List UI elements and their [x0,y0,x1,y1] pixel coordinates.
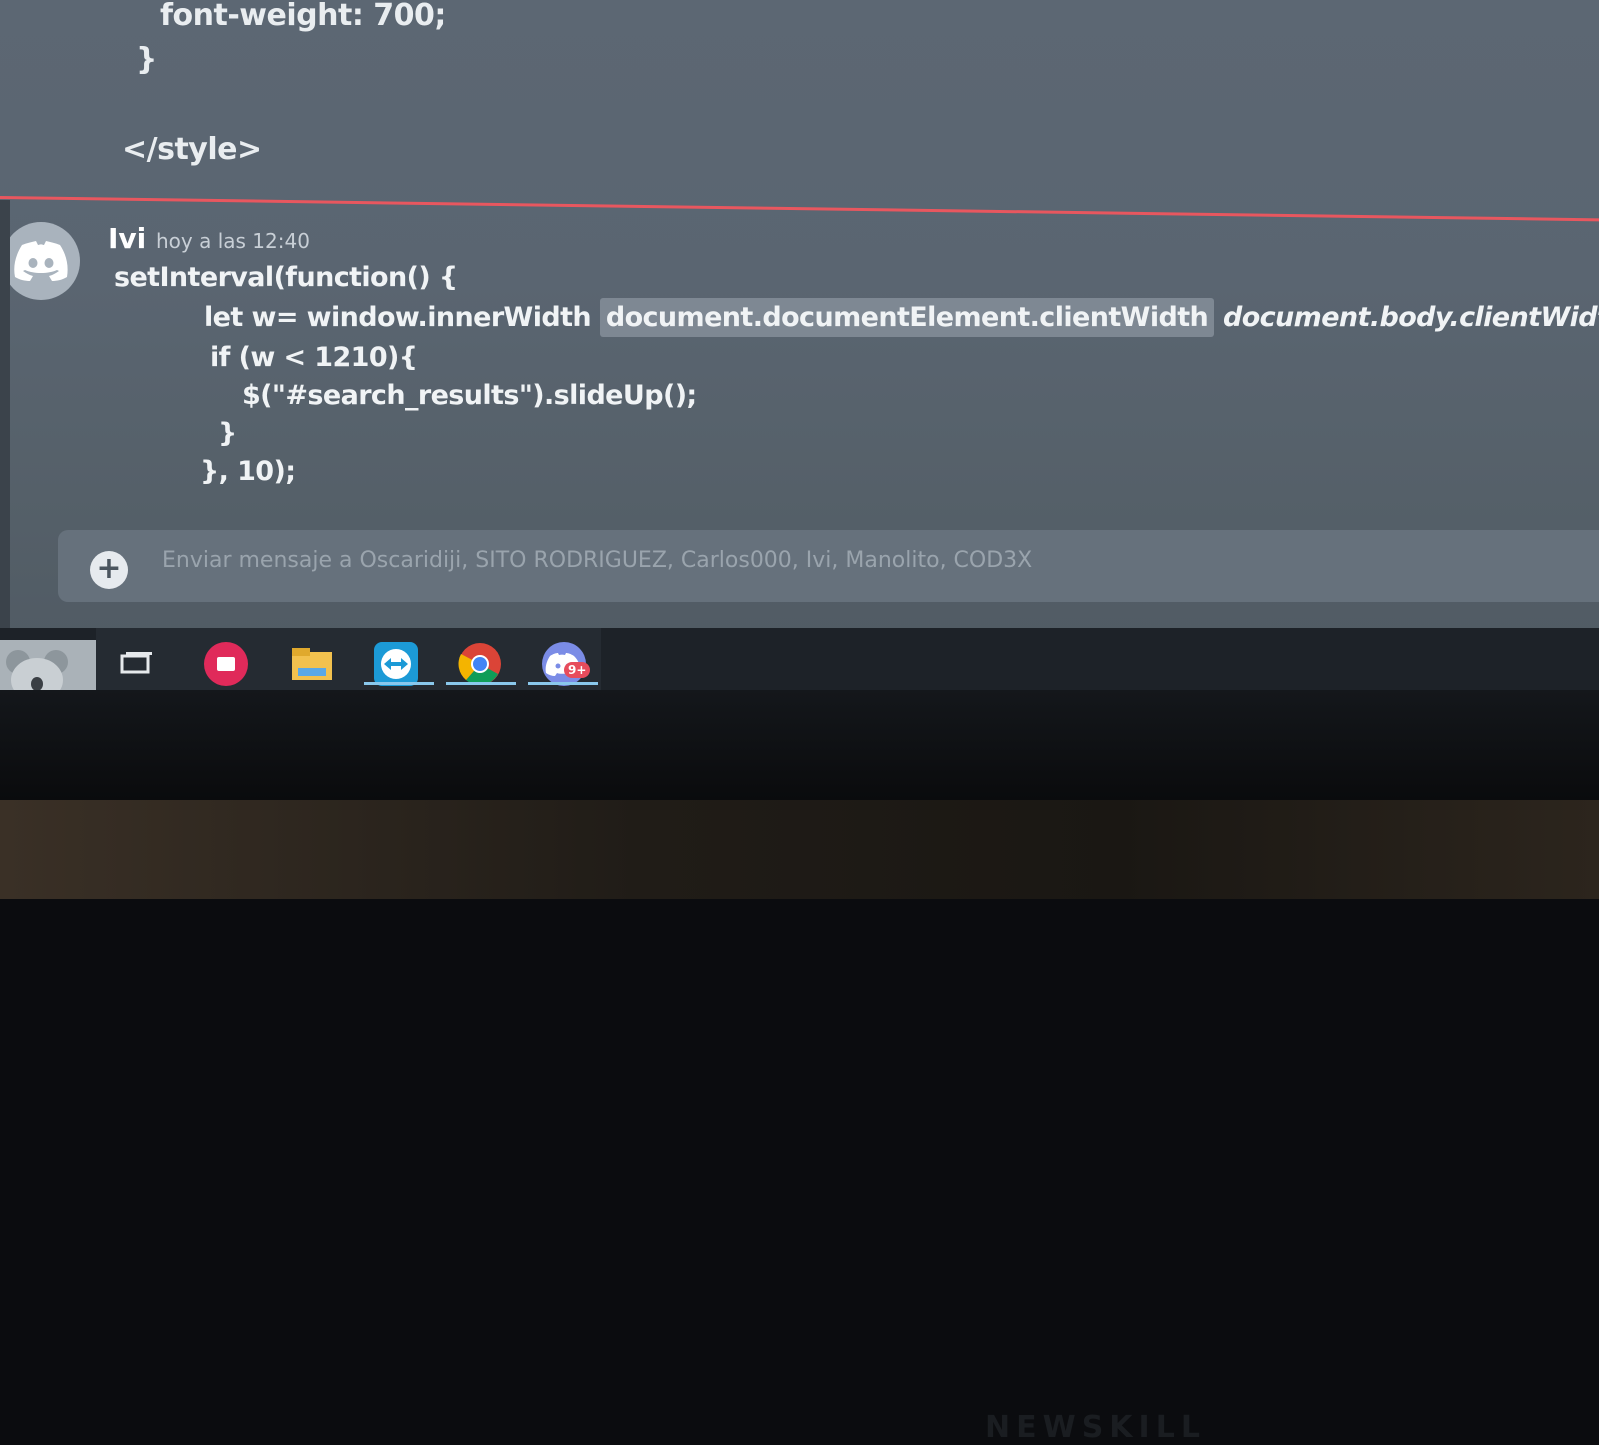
server-rail [0,200,10,630]
chrome-active-indicator [446,682,516,685]
message-line-if: if (w < 1210){ [210,342,418,373]
monitor-bezel: NEWSKILL [0,690,1599,1445]
message-line-setinterval: setInterval(function() { [114,262,458,293]
discord-notification-badge: 9+ [564,662,591,678]
message-line-close-brace: } [218,418,237,449]
avatar[interactable] [2,222,80,300]
message-line-close-interval: }, 10); [200,456,296,487]
code-line-close-brace: } [136,42,157,77]
add-attachment-button[interactable]: + [90,551,128,589]
message-author[interactable]: Ivi [108,222,146,255]
app-red-icon[interactable] [204,642,248,686]
chrome-icon[interactable] [458,642,502,686]
code-window-innerwidth: let w= window.innerWidth [204,302,592,333]
discord-icon[interactable]: 9+ [542,642,591,686]
code-body-clientwidth: document.body.clientWidth; [1222,302,1599,333]
teamviewer-icon[interactable] [374,642,418,686]
monitor-brand-logo: NEWSKILL [985,1410,1206,1445]
teamviewer-active-indicator [364,682,434,685]
code-highlight-clientwidth: document.documentElement.clientWidth [599,298,1215,337]
new-messages-divider [0,196,1599,222]
message-line-let-w: let w= window.innerWidth document.docume… [204,298,1599,337]
discord-screen: font-weight: 700; } </style> Ivi hoy a l… [0,0,1599,705]
desk-surface [0,800,1599,899]
message-line-slideup: $("#search_results").slideUp(); [242,380,697,411]
file-explorer-icon[interactable] [290,642,334,686]
message-timestamp: hoy a las 12:40 [156,229,310,253]
message-input-placeholder[interactable]: Enviar mensaje a Oscaridiji, SITO RODRIG… [162,548,1032,573]
discord-active-indicator [528,682,598,685]
discord-logo-icon [14,241,68,281]
taskbar-pinned-apps [96,628,601,690]
task-view-icon[interactable] [114,642,158,686]
previous-message-code: font-weight: 700; } </style> [0,0,1599,190]
code-line-font-weight: font-weight: 700; [160,0,446,33]
code-line-style-close: </style> [122,132,262,167]
